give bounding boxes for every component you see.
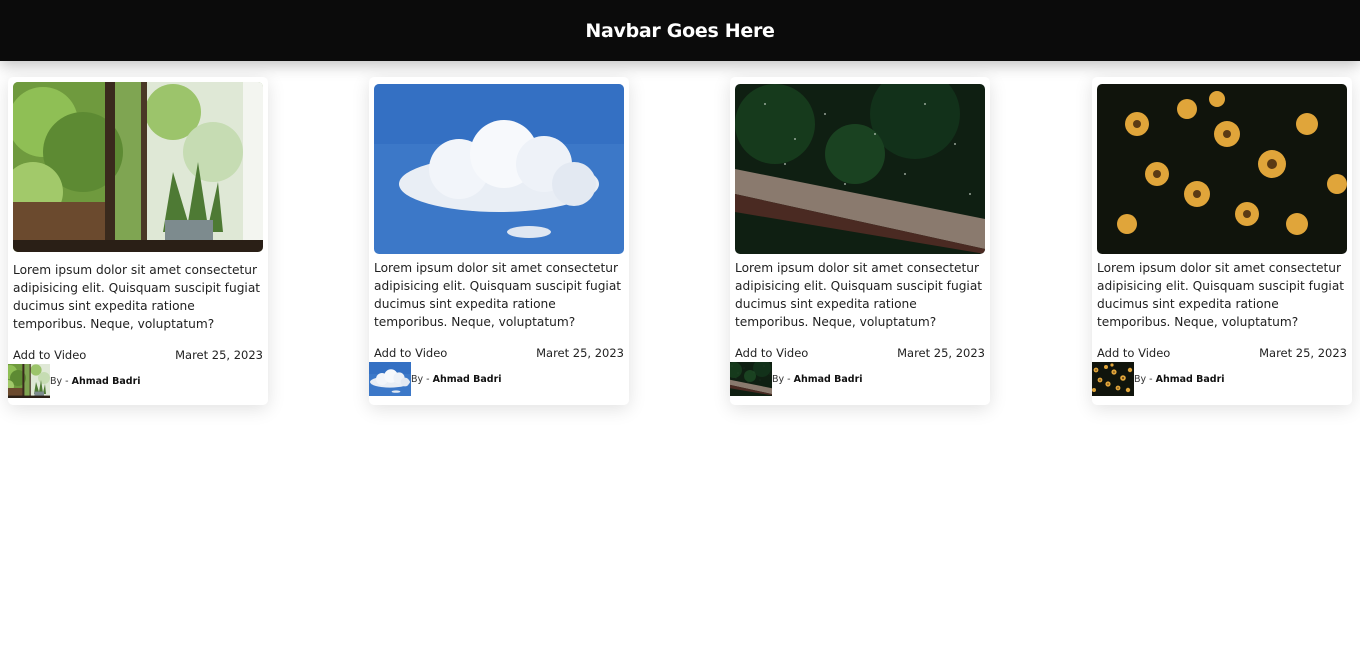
navbar-title: Navbar Goes Here — [585, 19, 775, 42]
author-row: By - Ahmad Badri — [1092, 362, 1225, 396]
author-name[interactable]: Ahmad Badri — [72, 376, 141, 387]
video-card: Lorem ipsum dolor sit amet consectetur a… — [730, 77, 990, 405]
window-plant-image — [13, 82, 263, 252]
card-thumbnail[interactable] — [1097, 84, 1347, 254]
author-avatar — [730, 362, 772, 396]
yellow-flowers-image — [1097, 84, 1347, 254]
card-date: Maret 25, 2023 — [897, 346, 985, 360]
add-to-video-link[interactable]: Add to Video — [735, 346, 808, 360]
card-thumbnail[interactable] — [13, 82, 263, 252]
author-name[interactable]: Ahmad Badri — [1156, 374, 1225, 385]
add-to-video-link[interactable]: Add to Video — [374, 346, 447, 360]
byline: By - Ahmad Badri — [772, 374, 863, 385]
author-row: By - Ahmad Badri — [730, 362, 863, 396]
author-avatar — [8, 364, 50, 398]
by-label: By - — [50, 375, 69, 387]
video-card: Lorem ipsum dolor sit amet consectetur a… — [8, 77, 268, 405]
card-thumbnail[interactable] — [374, 84, 624, 254]
card-date: Maret 25, 2023 — [1259, 346, 1347, 360]
byline: By - Ahmad Badri — [411, 374, 502, 385]
author-avatar — [369, 362, 411, 396]
byline: By - Ahmad Badri — [1134, 374, 1225, 385]
rain-railing-image — [735, 84, 985, 254]
card-description: Lorem ipsum dolor sit amet consectetur a… — [374, 261, 622, 329]
card-meta: Add to Video Maret 25, 2023 — [374, 346, 624, 360]
add-to-video-link[interactable]: Add to Video — [13, 348, 86, 362]
card-description: Lorem ipsum dolor sit amet consectetur a… — [13, 263, 261, 331]
author-row: By - Ahmad Badri — [8, 364, 141, 398]
author-avatar — [1092, 362, 1134, 396]
by-label: By - — [772, 373, 791, 385]
card-thumbnail[interactable] — [735, 84, 985, 254]
navbar: Navbar Goes Here — [0, 0, 1360, 61]
cloud-sky-image — [374, 84, 624, 254]
card-meta: Add to Video Maret 25, 2023 — [13, 348, 263, 362]
author-name[interactable]: Ahmad Badri — [794, 374, 863, 385]
card-date: Maret 25, 2023 — [536, 346, 624, 360]
author-name[interactable]: Ahmad Badri — [433, 374, 502, 385]
add-to-video-link[interactable]: Add to Video — [1097, 346, 1170, 360]
card-description: Lorem ipsum dolor sit amet consectetur a… — [1097, 261, 1345, 329]
video-card: Lorem ipsum dolor sit amet consectetur a… — [1092, 77, 1352, 405]
card-date: Maret 25, 2023 — [175, 348, 263, 362]
author-row: By - Ahmad Badri — [369, 362, 502, 396]
byline: By - Ahmad Badri — [50, 376, 141, 387]
by-label: By - — [1134, 373, 1153, 385]
video-card: Lorem ipsum dolor sit amet consectetur a… — [369, 77, 629, 405]
by-label: By - — [411, 373, 430, 385]
card-meta: Add to Video Maret 25, 2023 — [735, 346, 985, 360]
card-meta: Add to Video Maret 25, 2023 — [1097, 346, 1347, 360]
card-description: Lorem ipsum dolor sit amet consectetur a… — [735, 261, 983, 329]
